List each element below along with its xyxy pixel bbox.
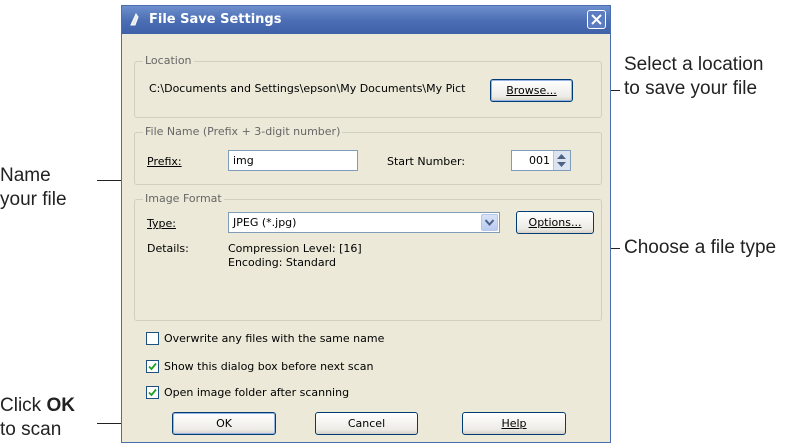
prefix-input[interactable]: img xyxy=(228,150,358,171)
overwrite-label: Overwrite any files with the same name xyxy=(164,332,385,345)
callout-click-ok: Click OK to scan xyxy=(0,395,75,440)
help-button[interactable]: Help xyxy=(462,412,566,435)
close-icon xyxy=(591,14,602,25)
file-name-legend: File Name (Prefix + 3-digit number) xyxy=(143,125,343,138)
location-path: C:\Documents and Settings\epson\My Docum… xyxy=(149,82,466,95)
dialog-title: File Save Settings xyxy=(149,12,282,27)
location-group: Location C:\Documents and Settings\epson… xyxy=(134,54,602,118)
show-dialog-checkbox[interactable] xyxy=(146,360,159,373)
image-format-legend: Image Format xyxy=(143,192,224,205)
dropdown-button[interactable] xyxy=(481,214,498,231)
checkmark-icon xyxy=(148,388,157,397)
callout-name-file: Name your file xyxy=(0,165,67,210)
cancel-button[interactable]: Cancel xyxy=(315,412,418,435)
start-number-stepper[interactable]: 001 xyxy=(511,150,571,171)
open-folder-label: Open image folder after scanning xyxy=(164,386,350,399)
type-label: Type: xyxy=(147,217,176,230)
overwrite-checkbox[interactable] xyxy=(146,332,159,345)
details-encoding: Encoding: Standard xyxy=(228,256,336,269)
image-format-group: Image Format Type: JPEG (*.jpg) Options.… xyxy=(134,192,602,321)
spinner-buttons[interactable] xyxy=(553,151,570,170)
spin-up-icon[interactable] xyxy=(557,154,566,160)
open-folder-checkbox-row[interactable]: Open image folder after scanning xyxy=(146,386,446,400)
chevron-down-icon xyxy=(485,219,494,226)
ok-button[interactable]: OK xyxy=(172,412,276,435)
details-compression: Compression Level: [16] xyxy=(228,242,362,255)
details-label: Details: xyxy=(147,242,189,255)
file-name-group: File Name (Prefix + 3-digit number) Pref… xyxy=(134,125,602,185)
checkmark-icon xyxy=(148,362,157,371)
show-dialog-label: Show this dialog box before next scan xyxy=(164,360,374,373)
file-type-select[interactable]: JPEG (*.jpg) xyxy=(228,212,500,233)
spin-down-icon[interactable] xyxy=(557,162,566,168)
start-number-label: Start Number: xyxy=(387,155,466,168)
overwrite-checkbox-row[interactable]: Overwrite any files with the same name xyxy=(146,332,446,346)
callout-choose-type: Choose a file type xyxy=(624,237,777,258)
options-button[interactable]: Options... xyxy=(516,211,594,234)
open-folder-checkbox[interactable] xyxy=(146,386,159,399)
location-legend: Location xyxy=(143,54,194,67)
prefix-label: Prefix: xyxy=(147,155,182,168)
scanner-app-icon xyxy=(130,12,139,26)
title-bar[interactable]: File Save Settings xyxy=(122,6,610,34)
file-save-settings-dialog: File Save Settings Location C:\Documents… xyxy=(121,5,611,443)
close-button[interactable] xyxy=(587,10,606,29)
show-dialog-checkbox-row[interactable]: Show this dialog box before next scan xyxy=(146,360,446,374)
browse-button[interactable]: Browse... xyxy=(490,79,573,102)
callout-select-location: Select a location to save your file xyxy=(624,54,764,99)
